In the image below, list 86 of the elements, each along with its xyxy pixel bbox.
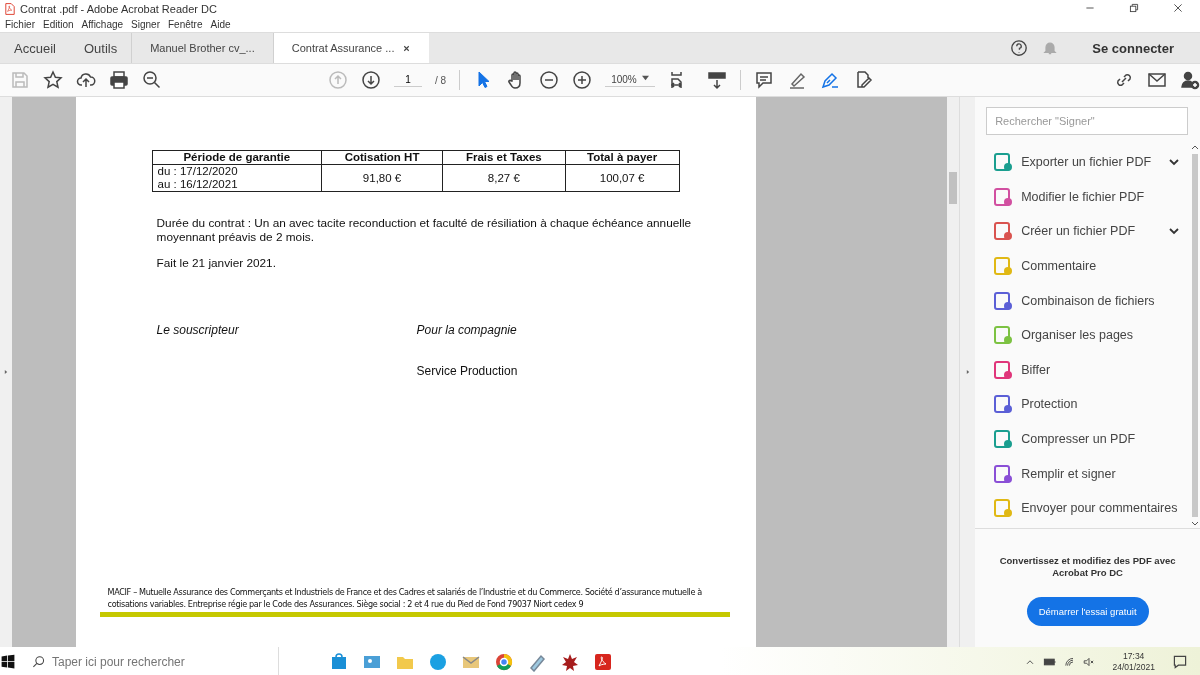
- browser-icon[interactable]: [494, 652, 514, 672]
- comment-icon[interactable]: [754, 70, 775, 90]
- zoom-in-icon[interactable]: [572, 70, 593, 90]
- chat-app-icon[interactable]: [428, 652, 448, 672]
- star-icon[interactable]: [43, 70, 63, 90]
- mail-icon[interactable]: [1147, 70, 1167, 90]
- close-icon[interactable]: [1172, 2, 1184, 14]
- tool-icon: [993, 256, 1014, 277]
- tool-icon: [993, 359, 1014, 380]
- table-cell: du : 17/12/2020 au : 16/12/2021: [152, 164, 322, 192]
- tool-icon: [993, 394, 1014, 415]
- close-icon[interactable]: [402, 43, 412, 53]
- expand-left-icon[interactable]: [2, 368, 10, 376]
- tool-item[interactable]: Protection: [975, 387, 1190, 422]
- tool-item[interactable]: Remplir et signer: [975, 456, 1190, 491]
- tool-item[interactable]: Commentaire: [975, 248, 1190, 284]
- tool-icon: [993, 429, 1014, 450]
- scroll-mode-icon[interactable]: [707, 70, 728, 90]
- tool-icon: [993, 221, 1014, 242]
- windows-icon[interactable]: [0, 654, 16, 670]
- trial-button[interactable]: Démarrer l'essai gratuit: [1026, 597, 1149, 626]
- paragraph: Durée du contrat : Un an avec tacite reconduction et faculté de résiliation à chaque échéance annuelle moyennant préavis de 2 mois.: [156, 216, 693, 244]
- signature-label: Le souscripteur: [156, 323, 240, 337]
- column-header: Période de garantie: [152, 150, 322, 165]
- footer-text: MACIF – Mutuelle Assurance des Commerçants et Industriels de France et des Cadres et salariés de l’Industrie et du Commerce. Société d’assurance mutuelle à cotisations variables. Entreprise régie par le Code des Assurances. Siège social : 2 et 4 rue du Pied de Fond 79037 Niort cedex 9: [107, 586, 703, 610]
- menu-item[interactable]: Aide: [210, 19, 231, 30]
- column-header: Cotisation HT: [321, 150, 443, 165]
- menu-item[interactable]: Signer: [131, 19, 160, 30]
- tool-icon: [993, 325, 1014, 346]
- search-icon[interactable]: [142, 70, 162, 90]
- tool-item[interactable]: Modifier le fichier PDF: [975, 179, 1190, 215]
- pen-icon[interactable]: [820, 70, 841, 90]
- paragraph: Fait le 21 janvier 2021.: [156, 256, 277, 270]
- menu-item[interactable]: Affichage: [81, 19, 124, 30]
- window-title: Contrat .pdf - Adobe Acrobat Reader DC: [20, 2, 217, 15]
- tool-item[interactable]: Compresser un PDF: [975, 421, 1190, 457]
- pdf-app-icon[interactable]: [593, 652, 613, 672]
- tab[interactable]: Contrat Assurance ...: [272, 33, 430, 63]
- tool-icon: [993, 498, 1014, 519]
- speaker-icon[interactable]: [1083, 656, 1096, 668]
- column-header: Frais et Taxes: [442, 150, 566, 165]
- tool-icon: [993, 290, 1014, 311]
- tab[interactable]: Accueil: [0, 33, 70, 63]
- notification-icon[interactable]: [1172, 654, 1188, 670]
- search-field[interactable]: Rechercher "Signer": [986, 107, 1188, 135]
- tool-item[interactable]: Biffer: [975, 352, 1190, 388]
- page-number-field[interactable]: 1: [394, 73, 422, 87]
- table-cell: 8,27 €: [442, 164, 566, 192]
- sign-in-button[interactable]: Se connecter: [1086, 39, 1180, 57]
- highlighter-icon[interactable]: [787, 70, 808, 90]
- page-down-icon[interactable]: [361, 70, 381, 90]
- caret-icon: [642, 74, 650, 81]
- tool-item[interactable]: Exporter un fichier PDF: [975, 145, 1190, 180]
- table-cell: 100,07 €: [565, 164, 680, 192]
- add-user-icon[interactable]: [1180, 70, 1200, 90]
- zoom-dropdown[interactable]: 100%: [605, 73, 656, 87]
- tool-item[interactable]: Combinaison de fichiers: [975, 283, 1190, 318]
- scroll-up-icon[interactable]: [1191, 143, 1199, 151]
- tool-item[interactable]: Organiser les pages: [975, 317, 1190, 353]
- signature-label: Pour la compagnie: [416, 323, 517, 337]
- table-cell: 91,80 €: [321, 164, 443, 192]
- menu-item[interactable]: Fichier: [5, 19, 35, 30]
- tool-icon: [993, 463, 1014, 484]
- promo-text: Convertissez et modifiez des PDF avec Acrobat Pro DC: [998, 555, 1177, 579]
- restore-icon[interactable]: [1128, 2, 1140, 14]
- scrollbar-thumb[interactable]: [1192, 154, 1198, 517]
- tab[interactable]: Manuel Brother cv_...: [131, 33, 273, 63]
- tool-icon: [993, 152, 1014, 173]
- department-label: Service Production: [416, 364, 519, 378]
- menu-item[interactable]: Edition: [43, 19, 74, 30]
- column-header: Total à payer: [565, 150, 680, 165]
- tool-item[interactable]: Envoyer pour commentaires: [975, 490, 1190, 526]
- page-count: / 8: [435, 74, 447, 86]
- print-icon[interactable]: [109, 70, 129, 90]
- help-icon[interactable]: [1010, 39, 1029, 57]
- store-icon[interactable]: [329, 652, 349, 672]
- cloud-upload-icon[interactable]: [76, 70, 96, 90]
- scroll-down-icon[interactable]: [1191, 520, 1199, 528]
- scrollbar-thumb[interactable]: [949, 172, 958, 204]
- zoom-out-icon[interactable]: [539, 70, 560, 90]
- tab[interactable]: Outils: [69, 33, 132, 63]
- clock[interactable]: 17:34 24/01/2021: [1112, 651, 1155, 673]
- tool-item[interactable]: Créer un fichier PDF: [975, 214, 1190, 249]
- splash-icon[interactable]: [560, 652, 580, 672]
- tool-icon: [993, 186, 1014, 207]
- menu-item[interactable]: Fenêtre: [168, 19, 203, 30]
